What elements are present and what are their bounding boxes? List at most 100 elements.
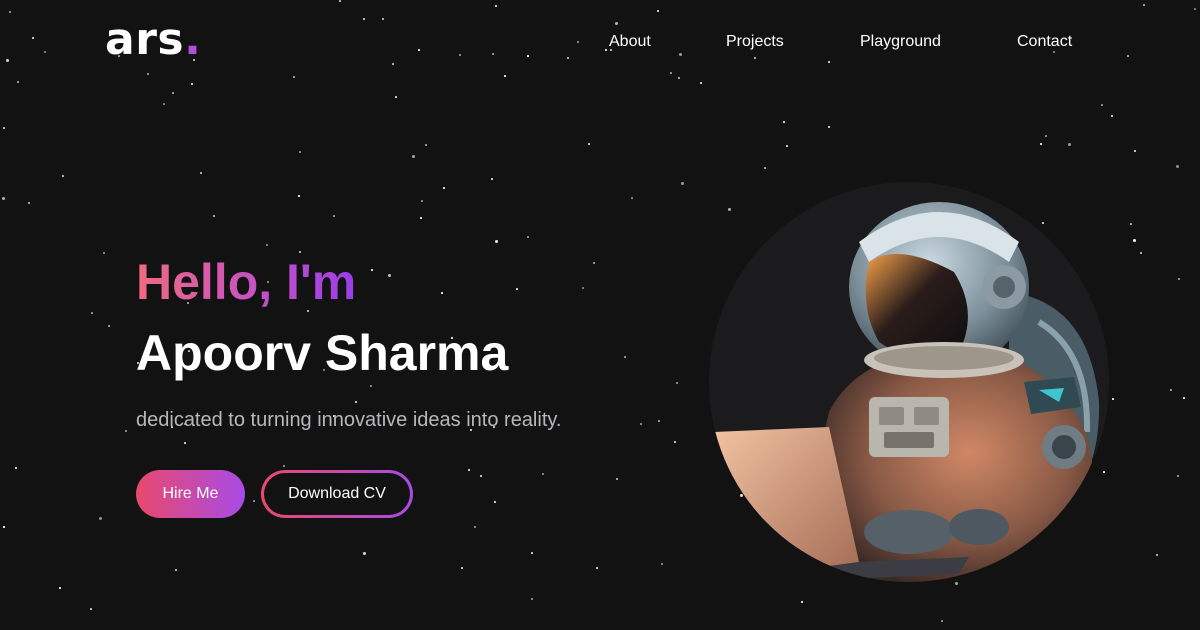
star <box>15 467 17 469</box>
star <box>1103 471 1105 473</box>
star <box>355 401 357 403</box>
star <box>527 236 529 238</box>
star <box>172 92 174 94</box>
star <box>388 274 391 277</box>
star <box>293 76 295 78</box>
star <box>495 5 497 7</box>
star <box>474 526 476 528</box>
star <box>1111 115 1113 117</box>
star <box>59 587 61 589</box>
star <box>28 202 30 204</box>
star <box>480 475 482 477</box>
star <box>542 473 544 475</box>
star <box>941 620 943 622</box>
star <box>395 96 397 98</box>
star <box>786 145 788 147</box>
main-nav: About Projects Playground Contact <box>0 32 1200 52</box>
star <box>955 582 958 585</box>
star <box>764 167 766 169</box>
star <box>62 175 64 177</box>
download-cv-button[interactable]: Download CV <box>261 470 413 518</box>
star <box>1133 239 1136 242</box>
star <box>783 121 785 123</box>
star <box>298 195 300 197</box>
star <box>1045 135 1047 137</box>
star <box>363 18 365 20</box>
astronaut-icon <box>714 202 1100 582</box>
star <box>1068 143 1071 146</box>
star <box>492 53 494 55</box>
star <box>700 82 702 84</box>
star <box>1170 389 1172 391</box>
star <box>91 312 93 314</box>
star <box>163 103 165 105</box>
star <box>681 182 684 185</box>
star <box>740 494 743 497</box>
star <box>175 569 177 571</box>
star <box>582 287 584 289</box>
star <box>531 552 533 554</box>
star <box>333 215 335 217</box>
star <box>1130 223 1132 225</box>
star <box>370 385 372 387</box>
star <box>527 55 529 57</box>
nav-link-projects[interactable]: Projects <box>726 32 784 52</box>
nav-link-playground[interactable]: Playground <box>860 32 941 52</box>
star <box>99 517 102 520</box>
hero-name: Apoorv Sharma <box>136 325 509 381</box>
star <box>443 187 445 189</box>
star <box>1177 475 1179 477</box>
star <box>624 356 626 358</box>
download-cv-label[interactable]: Download CV <box>264 473 410 515</box>
star <box>1183 397 1185 399</box>
star <box>441 292 443 294</box>
nav-link-about[interactable]: About <box>609 32 651 52</box>
star <box>593 262 595 264</box>
star <box>728 208 731 211</box>
star <box>6 59 9 62</box>
star <box>1140 252 1142 254</box>
star <box>191 83 193 85</box>
star <box>3 526 5 528</box>
star <box>495 240 498 243</box>
star <box>461 567 463 569</box>
star <box>266 244 268 246</box>
star <box>1134 150 1136 152</box>
star <box>567 57 569 59</box>
star <box>531 598 533 600</box>
star <box>658 420 660 422</box>
star <box>504 75 506 77</box>
star <box>103 252 105 254</box>
hire-me-button[interactable]: Hire Me <box>136 470 245 518</box>
hero-greeting: Hello, I'm <box>136 254 357 310</box>
star <box>108 325 110 327</box>
star <box>676 382 678 384</box>
astronaut-portrait <box>709 182 1109 582</box>
star <box>494 501 496 503</box>
nav-link-contact[interactable]: Contact <box>1017 32 1072 52</box>
star <box>670 72 672 74</box>
star <box>363 552 366 555</box>
star <box>1178 278 1180 280</box>
star <box>299 151 301 153</box>
star <box>253 500 255 502</box>
star <box>1112 398 1114 400</box>
star <box>147 73 149 75</box>
star <box>392 63 394 65</box>
star <box>2 197 5 200</box>
star <box>1040 143 1042 145</box>
star <box>9 11 11 13</box>
star <box>678 77 680 79</box>
star <box>1101 104 1103 106</box>
star <box>615 22 618 25</box>
star <box>213 215 215 217</box>
star <box>3 127 5 129</box>
star <box>425 144 427 146</box>
star <box>339 0 341 2</box>
star <box>516 288 518 290</box>
star <box>90 608 92 610</box>
star <box>468 469 470 471</box>
star <box>382 18 384 20</box>
star <box>828 126 830 128</box>
star <box>640 423 642 425</box>
